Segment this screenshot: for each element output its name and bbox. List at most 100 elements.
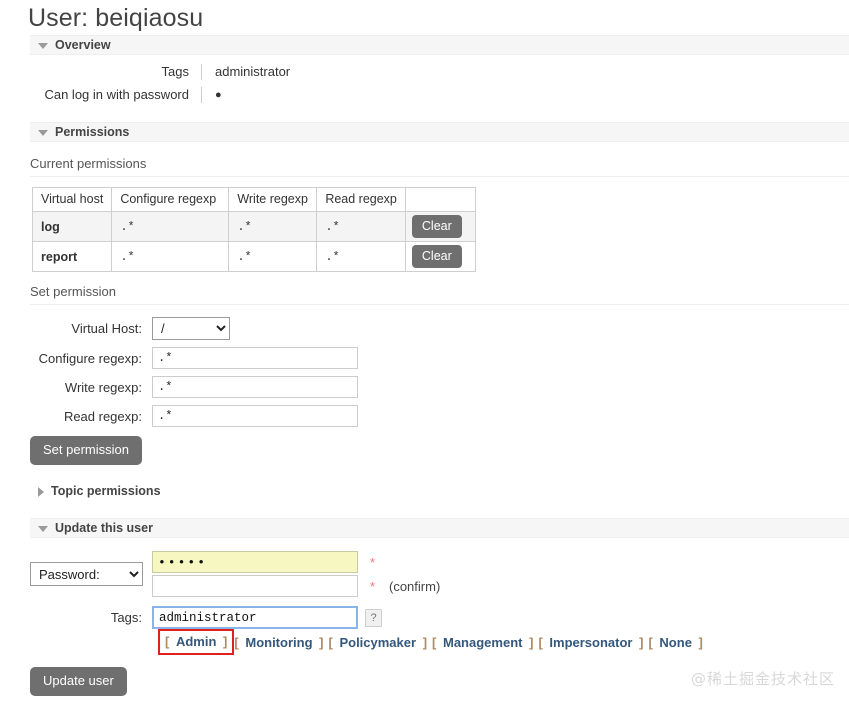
label-tags: Tags: [110, 610, 142, 625]
set-permission-button[interactable]: Set permission [30, 436, 142, 465]
section-header-update-user[interactable]: Update this user [30, 518, 849, 538]
bracket-open: [ [165, 634, 170, 649]
cell-action: Clear [404, 241, 476, 272]
form-row-configure-regexp: Configure regexp: [30, 347, 849, 369]
bracket-close: ] [639, 634, 644, 650]
overview-label-tags: Tags [0, 64, 202, 80]
column-header-read-regexp: Read regexp [316, 187, 406, 212]
password-fields: * * (confirm) [152, 551, 440, 597]
update-user-form: Password: * * (confirm) Tags: ? [30, 551, 849, 655]
page-title: User: beiqiaosu [28, 4, 204, 32]
section-header-update-user-label: Update this user [55, 521, 153, 535]
bracket-open: [ [234, 634, 239, 650]
table-row: log .* .* .* Clear [31, 211, 476, 242]
label-configure-regexp: Configure regexp: [38, 350, 142, 366]
bracket-open: [ [328, 634, 333, 650]
bracket-close: ] [422, 634, 428, 650]
table-row: report .* .* .* Clear [31, 241, 476, 272]
overview-value-tags: administrator [215, 64, 291, 79]
bracket-close: ] [223, 634, 228, 649]
cell-configure-regexp: .* [111, 241, 230, 272]
confirm-hint: (confirm) [389, 578, 441, 594]
overview-value-can-login: ● [215, 89, 222, 101]
section-header-permissions[interactable]: Permissions [30, 122, 849, 142]
write-regexp-input[interactable] [152, 376, 358, 398]
required-marker: * [370, 578, 376, 594]
label-write-regexp: Write regexp: [64, 379, 142, 395]
divider [30, 304, 849, 305]
set-permission-button-wrap: Set permission [30, 436, 849, 465]
cell-write-regexp: .* [228, 211, 318, 242]
tag-shortcut-none[interactable]: [ None ] [648, 635, 702, 650]
credential-type-select[interactable]: Password: [30, 562, 143, 586]
cell-configure-regexp: .* [111, 211, 230, 242]
label-read-regexp: Read regexp: [63, 408, 142, 424]
chevron-down-icon [38, 130, 48, 136]
tag-link-label[interactable]: Policymaker [336, 635, 419, 650]
cell-write-regexp: .* [228, 241, 318, 272]
cell-read-regexp: .* [316, 241, 406, 272]
bracket-close: ] [698, 634, 703, 650]
tag-shortcut-impersonator[interactable]: [ Impersonator ] [538, 635, 643, 650]
section-header-topic-permissions-label: Topic permissions [51, 484, 161, 498]
tag-link-label[interactable]: Admin [173, 634, 219, 649]
column-header-actions [404, 187, 476, 212]
current-permissions-table: Virtual host Configure regexp Write rege… [31, 187, 476, 272]
bracket-open: [ [432, 634, 437, 650]
chevron-down-icon [38, 43, 48, 49]
label-virtual-host: Virtual Host: [71, 321, 142, 336]
overview-label-can-login: Can log in with password [0, 87, 202, 103]
tag-shortcut-links: [ Admin ] [ Monitoring ] [ Policymaker ]… [157, 629, 849, 655]
set-permission-form: Virtual Host: / Configure regexp: Write … [30, 317, 849, 465]
column-header-write-regexp: Write regexp [228, 187, 318, 212]
tag-shortcut-admin[interactable]: [ Admin ] [157, 629, 235, 655]
bracket-close: ] [529, 634, 534, 650]
watermark: @稀土掘金技术社区 [690, 670, 835, 688]
password-input[interactable] [152, 551, 358, 573]
column-header-configure-regexp: Configure regexp [111, 187, 230, 212]
cell-virtual-host: report [31, 241, 113, 272]
section-header-permissions-label: Permissions [55, 125, 130, 139]
read-regexp-input[interactable] [152, 405, 358, 427]
tag-shortcut-policymaker[interactable]: [ Policymaker ] [328, 635, 427, 650]
overview-key-values: Tags administrator Can log in with passw… [0, 64, 849, 103]
section-header-overview[interactable]: Overview [30, 35, 849, 55]
divider [30, 176, 849, 177]
current-permissions-label: Current permissions [30, 156, 147, 171]
clear-permission-button[interactable]: Clear [411, 245, 462, 268]
table-header-row: Virtual host Configure regexp Write rege… [31, 187, 476, 212]
credential-type-cell: Password: [30, 551, 152, 586]
chevron-down-icon [38, 526, 48, 532]
virtual-host-select[interactable]: / [152, 317, 230, 340]
help-icon[interactable]: ? [365, 608, 382, 627]
tag-link-label[interactable]: None [656, 635, 695, 650]
chevron-right-icon [38, 487, 44, 497]
user-detail-page: User: beiqiaosu Overview Tags administra… [0, 0, 849, 703]
cell-action: Clear [404, 211, 476, 242]
bracket-open: [ [538, 634, 543, 650]
password-row: Password: * * (confirm) [30, 551, 849, 597]
password-line: * [152, 551, 440, 573]
update-user-button[interactable]: Update user [30, 667, 127, 696]
tag-link-label[interactable]: Impersonator [546, 635, 635, 650]
cell-virtual-host: log [31, 211, 113, 242]
section-header-topic-permissions[interactable]: Topic permissions [30, 481, 849, 501]
set-permission-label: Set permission [30, 284, 116, 299]
clear-permission-button[interactable]: Clear [411, 215, 462, 238]
tag-shortcut-monitoring[interactable]: [ Monitoring ] [234, 635, 323, 650]
password-confirm-input[interactable] [152, 575, 358, 597]
bracket-close: ] [319, 634, 324, 650]
password-confirm-line: * (confirm) [152, 575, 440, 597]
column-header-virtual-host: Virtual host [31, 187, 113, 212]
form-row-read-regexp: Read regexp: [30, 405, 849, 427]
form-row-virtual-host: Virtual Host: / [30, 317, 849, 340]
required-marker: * [370, 554, 376, 570]
configure-regexp-input[interactable] [152, 347, 358, 369]
tags-row: Tags: ? [30, 606, 849, 629]
tag-link-label[interactable]: Management [440, 635, 525, 650]
bracket-open: [ [648, 634, 653, 650]
section-header-overview-label: Overview [55, 38, 111, 52]
tags-input[interactable] [152, 606, 358, 629]
tag-link-label[interactable]: Monitoring [242, 635, 315, 650]
tag-shortcut-management[interactable]: [ Management ] [432, 635, 533, 650]
